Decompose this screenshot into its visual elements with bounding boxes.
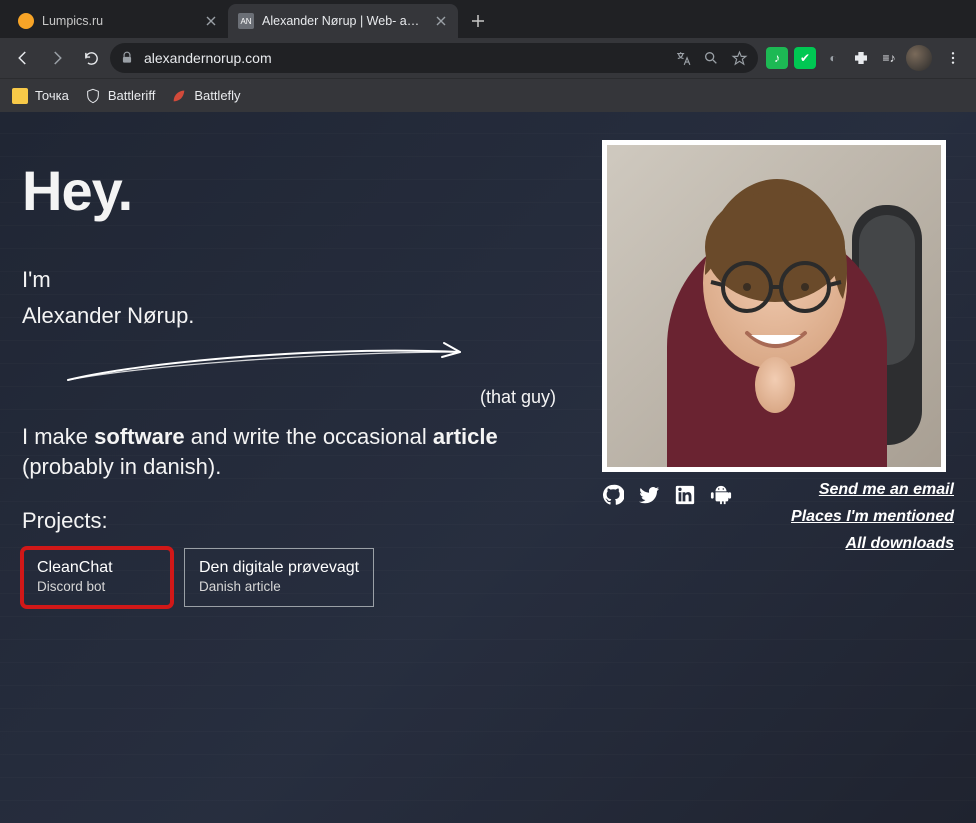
tab-title: Alexander Nørup | Web- and sof — [262, 14, 426, 28]
lock-icon — [120, 51, 134, 65]
back-button[interactable] — [8, 43, 38, 73]
browser-tab-0[interactable]: Lumpics.ru — [8, 4, 228, 38]
blurb-bold-article: article — [433, 424, 498, 449]
project-card-cleanchat[interactable]: CleanChat Discord bot — [22, 548, 172, 607]
extensions-row: ♪ ✔ ◐ ≡♪ — [766, 43, 968, 73]
project-card-provevagt[interactable]: Den digitale prøvevagt Danish article — [184, 548, 374, 607]
that-guy-label: (that guy) — [22, 387, 562, 408]
blurb-text: I make — [22, 424, 94, 449]
bookmark-item-0[interactable]: Точка — [12, 88, 69, 104]
url-text: alexandernorup.com — [144, 50, 664, 66]
bookmark-label: Battleriff — [108, 88, 155, 103]
extension-playlist-icon[interactable]: ≡♪ — [878, 47, 900, 69]
project-subtitle: Danish article — [199, 579, 359, 594]
translate-icon[interactable] — [674, 49, 692, 67]
extensions-menu-icon[interactable] — [850, 47, 872, 69]
forward-button[interactable] — [42, 43, 72, 73]
extension-blob-icon[interactable]: ◐ — [822, 47, 844, 69]
intro-line-1: I'm — [22, 265, 562, 295]
extension-music-icon[interactable]: ♪ — [766, 47, 788, 69]
bookmark-label: Точка — [35, 88, 69, 103]
profile-avatar[interactable] — [906, 45, 932, 71]
tab-strip: Lumpics.ru AN Alexander Nørup | Web- and… — [0, 0, 976, 38]
favicon-icon — [18, 13, 34, 29]
blurb-text: and write the occasional — [185, 424, 433, 449]
github-icon[interactable] — [602, 484, 624, 506]
link-places-mentioned[interactable]: Places I'm mentioned — [791, 503, 954, 530]
hero-right-column: Send me an email Places I'm mentioned Al… — [602, 140, 954, 607]
project-title: Den digitale prøvevagt — [199, 559, 359, 577]
bookmark-label: Battlefly — [194, 88, 240, 103]
browser-tab-1[interactable]: AN Alexander Nørup | Web- and sof — [228, 4, 458, 38]
folder-icon — [12, 88, 28, 104]
leaf-icon — [171, 88, 187, 104]
zoom-icon[interactable] — [702, 49, 720, 67]
linkedin-icon[interactable] — [674, 484, 696, 506]
tab-title: Lumpics.ru — [42, 14, 196, 28]
blurb-bold-software: software — [94, 424, 184, 449]
project-subtitle: Discord bot — [37, 579, 157, 594]
kebab-menu-icon[interactable] — [938, 43, 968, 73]
star-icon[interactable] — [730, 49, 748, 67]
shield-icon — [85, 88, 101, 104]
tab-close-icon[interactable] — [204, 14, 218, 28]
bookmark-item-1[interactable]: Battleriff — [85, 88, 155, 104]
link-all-downloads[interactable]: All downloads — [791, 530, 954, 557]
hand-drawn-arrow-icon — [62, 340, 482, 386]
blurb-text: (probably in danish). — [22, 454, 221, 479]
browser-toolbar: alexandernorup.com ♪ ✔ ◐ ≡♪ — [0, 38, 976, 78]
android-icon[interactable] — [710, 484, 732, 506]
link-send-email[interactable]: Send me an email — [791, 476, 954, 503]
projects-heading: Projects: — [22, 508, 562, 534]
profile-photo — [607, 145, 941, 467]
bookmarks-bar: Точка Battleriff Battlefly — [0, 78, 976, 112]
address-bar[interactable]: alexandernorup.com — [110, 43, 758, 73]
tab-close-icon[interactable] — [434, 14, 448, 28]
intro-line-2: Alexander Nørup. — [22, 301, 562, 331]
reload-button[interactable] — [76, 43, 106, 73]
extension-shield-icon[interactable]: ✔ — [794, 47, 816, 69]
bookmark-item-2[interactable]: Battlefly — [171, 88, 240, 104]
hero-blurb: I make software and write the occasional… — [22, 422, 562, 481]
project-title: CleanChat — [37, 559, 157, 577]
social-icons-row — [602, 484, 732, 506]
profile-photo-frame — [602, 140, 946, 472]
hero-left-column: Hey. I'm Alexander Nørup. (that guy) I m… — [22, 140, 562, 607]
browser-window: Lumpics.ru AN Alexander Nørup | Web- and… — [0, 0, 976, 823]
hero-heading: Hey. — [22, 158, 562, 223]
twitter-icon[interactable] — [638, 484, 660, 506]
profile-links: Send me an email Places I'm mentioned Al… — [791, 476, 954, 558]
favicon-icon: AN — [238, 13, 254, 29]
page-viewport: Hey. I'm Alexander Nørup. (that guy) I m… — [0, 112, 976, 823]
new-tab-button[interactable] — [464, 7, 492, 35]
project-cards: CleanChat Discord bot Den digitale prøve… — [22, 548, 562, 607]
